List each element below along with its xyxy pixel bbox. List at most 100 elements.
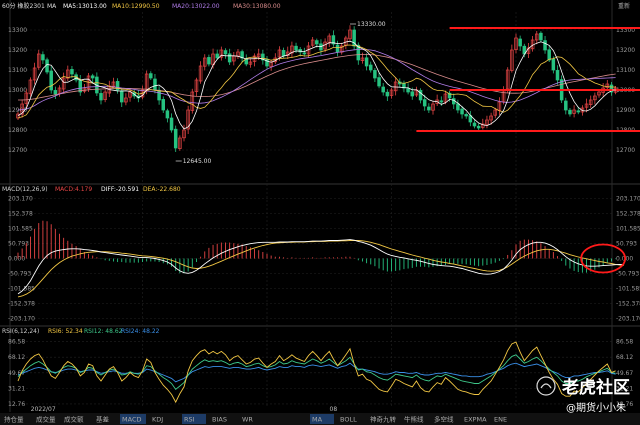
candle-body xyxy=(315,40,319,45)
candle-body xyxy=(547,49,551,61)
tab-神奇九转[interactable]: 神奇九转 xyxy=(370,415,397,424)
x-axis-label: 2022/07 xyxy=(31,406,56,413)
candle-body xyxy=(153,78,157,91)
futures-chart[interactable]: 60分 橡胶2301 MA MA5:13013.00 MA10:12990.50… xyxy=(0,0,640,425)
candle-body xyxy=(377,77,381,87)
macd-value: MACD:4.179 xyxy=(55,186,92,193)
candle-body xyxy=(568,109,572,115)
candle-body xyxy=(335,44,340,53)
tab-label: MACD xyxy=(122,416,141,424)
candle-body xyxy=(49,70,53,91)
tab-rsi[interactable]: RSI xyxy=(182,414,206,424)
candle-body xyxy=(464,114,468,117)
candle-body xyxy=(173,128,178,149)
rsi-tick-right: 68.12 xyxy=(616,354,633,361)
candle-body xyxy=(70,69,74,75)
tab-label: BOLL xyxy=(340,416,357,424)
ma5-value: MA5:13013.00 xyxy=(63,3,107,10)
macd-tick-left: 203.170 xyxy=(8,195,33,202)
candle-body xyxy=(539,32,543,41)
ma-label[interactable]: MA xyxy=(47,3,57,10)
candle-body xyxy=(551,58,556,71)
macd-tick-left: 0.000 xyxy=(8,256,25,263)
tab-成交量[interactable]: 成交量 xyxy=(36,415,56,424)
rsi-tick-right: 49.67 xyxy=(616,370,633,377)
macd-tick-left: 101.585 xyxy=(8,225,33,232)
tab-label: EXPMA xyxy=(464,416,487,424)
price-tick-left: 12700 xyxy=(8,147,27,154)
price-tick-left: 13000 xyxy=(8,87,27,94)
candle-body xyxy=(364,57,369,67)
candle-body xyxy=(119,90,124,103)
tab-bias[interactable]: BIAS xyxy=(212,416,227,424)
candle-body xyxy=(476,125,481,129)
candle-body xyxy=(369,64,373,71)
x-axis-label: 08 xyxy=(330,406,338,413)
price-tick-left: 13300 xyxy=(8,27,27,34)
rsi-title: RSI(6,12,24) xyxy=(2,328,39,335)
tab-label: 牛熊线 xyxy=(404,415,424,424)
candle-body xyxy=(555,70,560,81)
reset-button[interactable]: 重新 xyxy=(618,2,630,10)
candle-body xyxy=(99,93,103,101)
macd-tick-right: 152.378 xyxy=(616,210,640,217)
candle-body xyxy=(518,38,522,47)
watermark-brand: 老虎社区 xyxy=(561,377,630,398)
diff-value: DIFF:-20.591 xyxy=(101,186,139,193)
tab-macd[interactable]: MACD xyxy=(120,414,146,424)
macd-title: MACD(12,26,9) xyxy=(2,186,48,193)
price-annotation: 13330.00 xyxy=(357,21,386,28)
price-tick-right: 13100 xyxy=(616,67,635,74)
candle-body xyxy=(53,90,58,95)
rsi24-value: RSI24: 48.22 xyxy=(121,328,160,335)
tab-label: 基差 xyxy=(96,415,110,424)
candle-body xyxy=(564,100,568,111)
tab-持仓量[interactable]: 持仓量 xyxy=(4,415,24,424)
rsi-tick-left: 86.58 xyxy=(8,339,25,346)
tab-label: 成交量 xyxy=(36,415,56,424)
tab-label: KDJ xyxy=(152,416,163,424)
tab-label: 成交额 xyxy=(64,415,84,424)
macd-tick-right: -50.793 xyxy=(616,271,639,278)
tab-label: MA xyxy=(312,416,323,424)
candle-body xyxy=(169,117,174,131)
tab-expma[interactable]: EXPMA xyxy=(464,416,487,424)
candle-body xyxy=(157,89,161,101)
symbol-label: 60分 橡胶2301 xyxy=(2,2,45,10)
tab-成交额[interactable]: 成交额 xyxy=(64,415,84,424)
ma20-value: MA20:13022.00 xyxy=(172,3,220,10)
candle-body xyxy=(149,73,153,79)
tab-wr[interactable]: WR xyxy=(242,416,253,424)
watermark-handle: @期货小小朱 xyxy=(566,401,626,414)
candle-body xyxy=(90,75,95,79)
price-tick-right: 12900 xyxy=(616,107,635,114)
tab-多空线[interactable]: 多空线 xyxy=(434,415,454,424)
macd-tick-right: -203.170 xyxy=(616,316,640,323)
tab-基差[interactable]: 基差 xyxy=(96,415,110,424)
macd-tick-left: -50.793 xyxy=(8,271,31,278)
price-tick-left: 13200 xyxy=(8,47,27,54)
macd-tick-right: -152.378 xyxy=(616,301,640,308)
tab-label: 多空线 xyxy=(434,415,454,424)
tab-kdj[interactable]: KDJ xyxy=(152,416,163,424)
price-tick-right: 13200 xyxy=(616,47,635,54)
candle-body xyxy=(215,53,219,59)
tab-boll[interactable]: BOLL xyxy=(340,416,357,424)
macd-tick-right: 203.170 xyxy=(616,195,640,202)
candle-body xyxy=(381,86,385,93)
candle-body xyxy=(460,108,464,115)
tab-label: 持仓量 xyxy=(4,415,24,424)
macd-tick-right: 50.793 xyxy=(616,240,637,247)
rsi-tick-right: 86.58 xyxy=(616,339,633,346)
candle-body xyxy=(373,70,377,79)
candle-body xyxy=(422,99,427,107)
rsi12-value: RSI12: 48.62 xyxy=(84,328,123,335)
price-annotation: 12645.00 xyxy=(183,158,212,165)
candle-body xyxy=(456,103,460,111)
rsi6-value: RSI6: 52.34 xyxy=(48,328,83,335)
candle-body xyxy=(406,88,410,93)
tab-牛熊线[interactable]: 牛熊线 xyxy=(404,415,424,424)
tab-ene[interactable]: ENE xyxy=(494,416,507,424)
tab-ma[interactable]: MA xyxy=(310,414,334,424)
candle-body xyxy=(472,122,477,127)
